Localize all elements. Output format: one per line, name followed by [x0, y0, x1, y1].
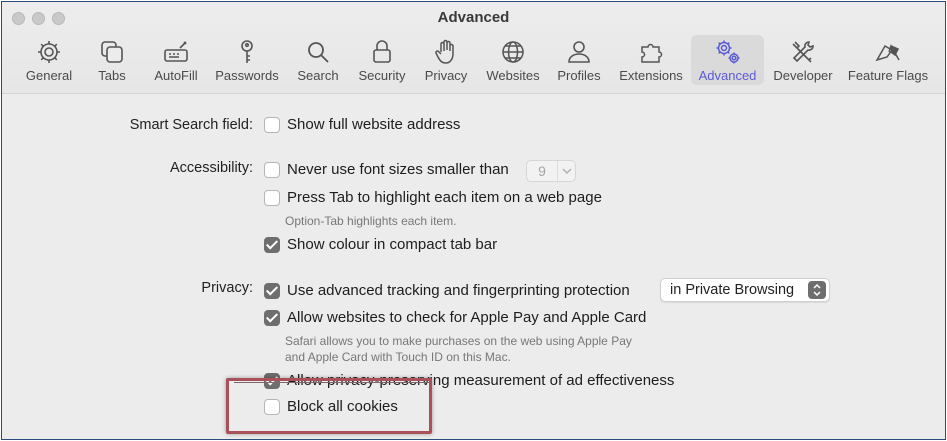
tracking-scope-select[interactable]: in Private Browsing	[660, 278, 830, 302]
min-font-size-text: Never use font sizes smaller than	[287, 161, 509, 178]
tab-privacy-label: Privacy	[424, 68, 468, 83]
lock-icon	[373, 40, 391, 63]
chevron-down-icon	[557, 161, 575, 181]
smart-search-label: Smart Search field:	[129, 117, 253, 133]
settings-window: Advanced General Tabs AutoFill Passwords…	[1, 1, 946, 440]
tab-feature-flags-label: Feature Flags	[847, 68, 929, 83]
tab-profiles[interactable]: Profiles	[553, 35, 605, 85]
advanced-tracking-text: Use advanced tracking and fingerprinting…	[287, 282, 630, 299]
advanced-settings-pane: Smart Search field: Show full website ad…	[2, 95, 945, 439]
tab-search-label: Search	[297, 68, 339, 83]
tab-highlight-note: Option-Tab highlights each item.	[285, 214, 457, 228]
tracking-scope-value: in Private Browsing	[670, 282, 795, 298]
tab-privacy[interactable]: Privacy	[421, 35, 471, 85]
compact-colour-checkbox[interactable]	[264, 236, 280, 253]
puzzle-icon	[641, 43, 663, 63]
tab-developer[interactable]: Developer	[769, 35, 837, 85]
apple-pay-text: Allow websites to check for Apple Pay an…	[287, 309, 647, 326]
tab-highlight-checkbox[interactable]	[264, 189, 280, 206]
tab-tabs-label: Tabs	[98, 68, 126, 83]
annotation-line	[234, 382, 429, 383]
tab-search[interactable]: Search	[294, 35, 342, 85]
tab-advanced[interactable]: Advanced	[691, 35, 764, 85]
autofill-icon	[164, 41, 188, 62]
tab-extensions[interactable]: Extensions	[616, 35, 686, 85]
title-bar: Advanced General Tabs AutoFill Passwords…	[2, 2, 945, 94]
tab-tabs[interactable]: Tabs	[88, 35, 136, 85]
hand-icon	[435, 39, 454, 64]
flags-icon	[875, 44, 900, 62]
globe-icon	[502, 41, 524, 63]
tab-autofill-label: AutoFill	[154, 68, 198, 83]
advanced-tracking-option[interactable]: Use advanced tracking and fingerprinting…	[264, 282, 630, 299]
tab-general-label: General	[25, 68, 73, 83]
key-icon	[241, 40, 253, 63]
tab-security-label: Security	[358, 68, 406, 83]
apple-pay-note-1: Safari allows you to make purchases on t…	[285, 334, 632, 348]
tab-security[interactable]: Security	[354, 35, 410, 85]
compact-colour-text: Show colour in compact tab bar	[287, 236, 498, 253]
search-icon	[308, 42, 329, 63]
tab-advanced-label: Advanced	[698, 68, 757, 83]
show-full-address-option[interactable]: Show full website address	[264, 116, 460, 133]
gear-icon	[38, 41, 60, 63]
gears-icon	[716, 40, 739, 64]
tools-icon	[792, 41, 814, 63]
tab-websites-label: Websites	[486, 68, 540, 83]
tab-profiles-label: Profiles	[557, 68, 601, 83]
apple-pay-option[interactable]: Allow websites to check for Apple Pay an…	[264, 309, 646, 326]
apple-pay-note-2: and Apple Card with Touch ID on this Mac…	[285, 350, 511, 364]
tab-passwords-label: Passwords	[215, 68, 279, 83]
tab-websites[interactable]: Websites	[482, 35, 544, 85]
privacy-label: Privacy:	[201, 280, 253, 296]
tab-developer-label: Developer	[773, 68, 833, 83]
min-font-size-select[interactable]: 9	[526, 160, 576, 182]
show-full-address-checkbox[interactable]	[264, 116, 280, 133]
person-icon	[568, 41, 590, 63]
tab-general[interactable]: General	[19, 35, 79, 85]
apple-pay-checkbox[interactable]	[264, 309, 280, 326]
show-full-address-text: Show full website address	[287, 116, 461, 133]
tab-autofill[interactable]: AutoFill	[148, 35, 204, 85]
annotation-highlight-box	[226, 378, 432, 434]
tab-highlight-text: Press Tab to highlight each item on a we…	[287, 189, 602, 206]
tab-passwords[interactable]: Passwords	[212, 35, 282, 85]
advanced-tracking-checkbox[interactable]	[264, 282, 280, 299]
tab-highlight-option[interactable]: Press Tab to highlight each item on a we…	[264, 189, 602, 206]
min-font-size-option[interactable]: Never use font sizes smaller than	[264, 161, 509, 178]
tabs-icon	[101, 41, 123, 63]
compact-colour-option[interactable]: Show colour in compact tab bar	[264, 236, 497, 253]
accessibility-label: Accessibility:	[170, 160, 253, 176]
tab-extensions-label: Extensions	[619, 68, 683, 83]
updown-chevron-icon	[808, 281, 826, 299]
window-title: Advanced	[437, 9, 510, 26]
min-font-size-checkbox[interactable]	[264, 161, 280, 178]
tab-feature-flags[interactable]: Feature Flags	[844, 35, 932, 85]
min-font-size-value: 9	[538, 163, 546, 179]
preferences-toolbar: General Tabs AutoFill Passwords Search S…	[2, 35, 945, 87]
